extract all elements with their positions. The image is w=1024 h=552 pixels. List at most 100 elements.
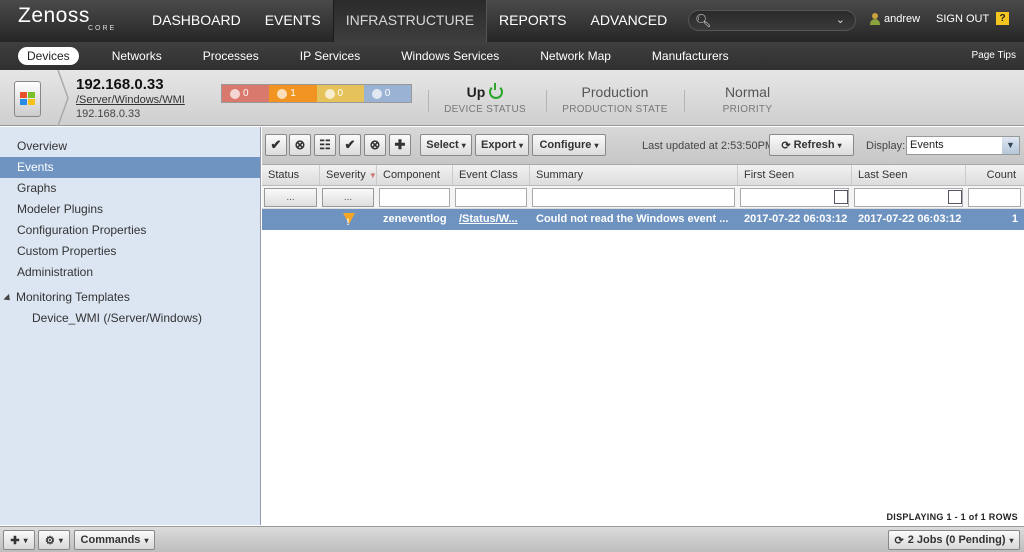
nav-advanced[interactable]: ADVANCED xyxy=(578,0,679,42)
menu-modeler-plugins[interactable]: Modeler Plugins xyxy=(0,199,260,220)
check-icon: ✔ xyxy=(270,137,282,152)
severity-filter-button[interactable]: ... xyxy=(322,188,374,207)
device-class-link[interactable]: /Server/Windows/WMI xyxy=(76,94,185,106)
add-device-button[interactable]: ✚ ▾ xyxy=(3,530,35,550)
caret-down-icon: ▾ xyxy=(1009,535,1014,545)
divider xyxy=(684,90,685,112)
jobs-button[interactable]: ⟳ 2 Jobs (0 Pending) ▾ xyxy=(888,530,1020,550)
calendar-icon[interactable] xyxy=(834,190,848,204)
add-event-button[interactable]: ✚ xyxy=(389,134,411,156)
nav-events[interactable]: EVENTS xyxy=(253,0,333,42)
severity-critical[interactable]: 0 xyxy=(222,85,270,102)
device-title: 192.168.0.33 xyxy=(76,76,164,93)
refresh-button[interactable]: ⟳ Refresh ▾ xyxy=(769,134,854,156)
subnav-devices[interactable]: Devices xyxy=(18,47,79,65)
export-menu-button[interactable]: Export ▾ xyxy=(475,134,529,156)
select-menu-button[interactable]: Select ▾ xyxy=(420,134,472,156)
sign-out-link[interactable]: SIGN OUT xyxy=(936,13,989,25)
commands-label: Commands xyxy=(80,534,141,546)
close-x-icon: ⊗ xyxy=(369,137,381,152)
events-toolbar: ✔ ⊗ ☷ ✔ ⊗ ✚ Select ▾ Export ▾ Configure … xyxy=(262,127,1024,165)
user-menu[interactable]: andrew xyxy=(870,13,920,25)
help-icon[interactable]: ? xyxy=(996,12,1009,25)
production-state-value: Production xyxy=(581,84,649,100)
menu-configuration-properties[interactable]: Configuration Properties xyxy=(0,220,260,241)
windows-device-icon xyxy=(14,81,41,117)
table-row[interactable]: zeneventlog /Status/W... Could not read … xyxy=(262,209,1024,230)
last-seen-filter-input[interactable] xyxy=(854,188,963,207)
check-x-icon: ✔ xyxy=(344,137,356,152)
severity-info[interactable]: 0 xyxy=(363,85,411,102)
zenoss-logo[interactable]: Zenoss CORE xyxy=(0,0,140,42)
menu-administration[interactable]: Administration xyxy=(0,262,260,283)
caret-down-icon: ▾ xyxy=(518,140,523,150)
severity-error[interactable]: 1 xyxy=(269,85,317,102)
warning-icon xyxy=(324,88,335,99)
subnav-processes[interactable]: Processes xyxy=(195,47,267,65)
close-event-button[interactable]: ⊗ xyxy=(289,134,311,156)
event-severity-bar[interactable]: 0 1 0 0 xyxy=(221,84,412,103)
col-last-seen[interactable]: Last Seen xyxy=(852,165,966,185)
cell-count: 1 xyxy=(1011,213,1018,225)
display-label: Display: xyxy=(866,140,906,152)
configure-menu-button[interactable]: Configure ▾ xyxy=(532,134,606,156)
device-status: Up DEVICE STATUS xyxy=(440,83,530,115)
reclassify-button[interactable]: ☷ xyxy=(314,134,336,156)
menu-overview[interactable]: Overview xyxy=(0,136,260,157)
component-filter-input[interactable] xyxy=(379,188,450,207)
cell-event-class-link[interactable]: /Status/W... xyxy=(453,209,530,230)
device-ip: 192.168.0.33 xyxy=(76,108,141,120)
calendar-icon[interactable] xyxy=(948,190,962,204)
subnav-ip-services[interactable]: IP Services xyxy=(292,47,368,65)
search-icon: 🔍︎ xyxy=(695,13,712,28)
nav-dashboard[interactable]: DASHBOARD xyxy=(140,0,253,42)
unacknowledge-button[interactable]: ✔ xyxy=(339,134,361,156)
subnav-windows-services[interactable]: Windows Services xyxy=(393,47,507,65)
tree-monitoring-templates[interactable]: Monitoring Templates xyxy=(0,287,260,308)
subnav-manufacturers[interactable]: Manufacturers xyxy=(644,47,737,65)
configure-label: Configure xyxy=(539,139,592,151)
breadcrumb-arrow-icon xyxy=(57,70,69,126)
last-updated-text: Last updated at 2:53:50PM xyxy=(642,140,775,152)
search-input[interactable]: 🔍︎ ⌄ xyxy=(688,10,856,31)
menu-events[interactable]: Events xyxy=(0,157,260,178)
page-tips-link[interactable]: Page Tips xyxy=(972,50,1016,61)
first-seen-filter-input[interactable] xyxy=(740,188,849,207)
col-count[interactable]: Count xyxy=(966,165,1024,185)
col-event-class[interactable]: Event Class xyxy=(453,165,530,185)
caret-down-icon: ▾ xyxy=(23,535,28,545)
commands-button[interactable]: Commands ▾ xyxy=(74,530,155,550)
nav-reports[interactable]: REPORTS xyxy=(487,0,578,42)
chevron-down-icon[interactable]: ▼ xyxy=(1002,137,1019,154)
priority-value: Normal xyxy=(724,84,771,100)
cell-component: zeneventlog xyxy=(383,213,447,225)
tree-item-device-wmi[interactable]: Device_WMI (/Server/Windows) xyxy=(0,308,260,329)
reopen-button[interactable]: ⊗ xyxy=(364,134,386,156)
event-class-filter-input[interactable] xyxy=(455,188,527,207)
subnav-network-map[interactable]: Network Map xyxy=(532,47,619,65)
col-first-seen[interactable]: First Seen xyxy=(738,165,852,185)
settings-button[interactable]: ⚙ ▾ xyxy=(38,530,70,550)
nav-infrastructure[interactable]: INFRASTRUCTURE xyxy=(332,0,488,42)
col-status[interactable]: Status xyxy=(262,165,320,185)
subnav-networks[interactable]: Networks xyxy=(104,47,170,65)
acknowledge-button[interactable]: ✔ xyxy=(265,134,287,156)
status-filter-button[interactable]: ... xyxy=(264,188,317,207)
col-component[interactable]: Component xyxy=(377,165,453,185)
caret-down-icon[interactable]: ▾ xyxy=(838,141,842,150)
menu-graphs[interactable]: Graphs xyxy=(0,178,260,199)
count-filter-input[interactable] xyxy=(968,188,1021,207)
display-select[interactable]: Events ▼ xyxy=(906,136,1020,155)
production-state-label: PRODUCTION STATE xyxy=(562,104,668,115)
col-summary[interactable]: Summary xyxy=(530,165,738,185)
priority-label: PRIORITY xyxy=(722,104,773,115)
col-severity[interactable]: Severity ▼ xyxy=(320,165,377,185)
menu-custom-properties[interactable]: Custom Properties xyxy=(0,241,260,262)
severity-warning[interactable]: 0 xyxy=(316,85,364,102)
summary-filter-input[interactable] xyxy=(532,188,735,207)
tree-expand-icon[interactable] xyxy=(3,293,13,304)
username: andrew xyxy=(884,13,921,25)
chevron-down-icon[interactable]: ⌄ xyxy=(836,13,845,26)
warning-icon xyxy=(342,212,355,230)
device-header: 192.168.0.33 /Server/Windows/WMI 192.168… xyxy=(0,70,1024,126)
